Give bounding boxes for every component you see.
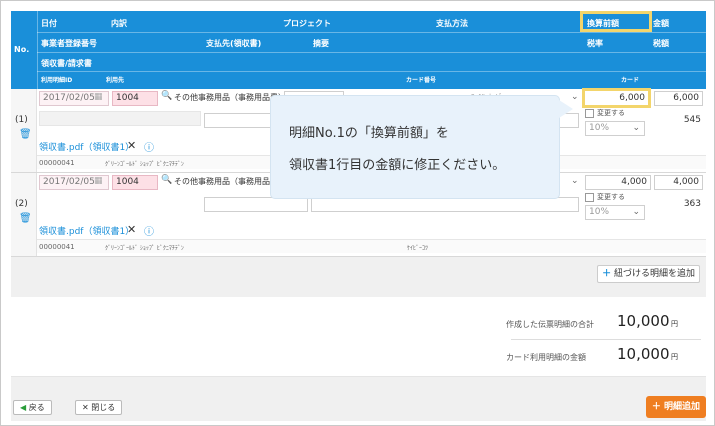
table-header: No. 日付 内訳 プロジェクト 支払方法 換算前額 金額 事業者登録番号 支払…: [11, 11, 706, 89]
chevron-down-icon[interactable]: ⌄: [571, 176, 579, 186]
card-total-value: 10,000: [617, 345, 670, 363]
col-card: カード: [621, 77, 640, 84]
tax-amount: 363: [683, 199, 701, 209]
chevron-down-icon: ⌄: [632, 207, 640, 217]
card-total-label: カード利用明細の金額: [506, 353, 586, 362]
pre-conversion-amount-highlight: [580, 11, 652, 32]
trash-icon[interactable]: 🗑: [19, 129, 32, 140]
add-detail-button[interactable]: ＋ 明細追加: [645, 396, 706, 418]
instruction-tooltip: 明細No.1の「換算前額」を 領収書1行目の金額に修正ください。: [271, 96, 573, 198]
search-icon[interactable]: 🔍: [161, 91, 172, 101]
col-amount: 金額: [653, 19, 669, 28]
tax-rate-select[interactable]: 10% ⌄: [585, 205, 645, 220]
chevron-down-icon: ⌄: [632, 123, 640, 133]
info-icon[interactable]: ⓘ: [144, 223, 154, 238]
row-label: (2): [15, 199, 28, 209]
amount-input[interactable]: 6,000: [654, 91, 703, 106]
close-button[interactable]: ✕ 閉じる: [75, 400, 123, 415]
row-label: (1): [15, 115, 28, 125]
close-icon: ✕: [82, 403, 89, 412]
plus-icon: ＋: [602, 269, 612, 279]
change-label: 変更する: [597, 193, 625, 201]
business-reg-input[interactable]: [39, 111, 201, 126]
item-name: その他事務用品（事務用品費）: [174, 177, 286, 186]
search-icon[interactable]: 🔍: [161, 175, 172, 185]
col-card-no: カード番号: [406, 77, 437, 84]
col-project: プロジェクト: [283, 19, 331, 28]
col-receipt-invoice: 領収書/請求書: [41, 59, 92, 68]
detail-id: 00000041: [39, 243, 75, 251]
close-icon[interactable]: ✕: [127, 223, 136, 236]
add-linked-detail-button[interactable]: ＋ 紐づける明細を追加: [597, 265, 700, 283]
pre-amount-input[interactable]: 4,000: [585, 175, 651, 190]
col-tax-rate: 税率: [587, 39, 603, 48]
usage-detail-row: 00000041 ｸﾞﾘｰﾝｺﾞｰﾙﾄﾞ ｼｮｯﾌﾟ ﾋﾞｸﾆﾏﾁﾃﾞﾝ ｹｲﾋ…: [37, 239, 706, 253]
card-no: ｹｲﾋﾞｰｺﾂ: [407, 245, 429, 252]
payee-input[interactable]: [204, 197, 308, 212]
tax-rate-select[interactable]: 10% ⌄: [585, 121, 645, 136]
yen-unit: 円: [671, 320, 678, 328]
tax-amount: 545: [683, 115, 701, 125]
row-number-cell: (2) 🗑: [11, 173, 37, 256]
usage-place: ｸﾞﾘｰﾝｺﾞｰﾙﾄﾞ ｼｮｯﾌﾟ ﾋﾞｸﾆﾏﾁﾃﾞﾝ: [105, 245, 184, 252]
tooltip-line-2: 領収書1行目の金額に修正ください。: [289, 158, 506, 173]
trash-icon[interactable]: 🗑: [19, 213, 32, 224]
plus-icon: ＋: [651, 402, 661, 412]
receipt-link[interactable]: 領収書.pdf（領収書1）: [39, 224, 134, 237]
row-number-cell: (1) 🗑: [11, 89, 37, 172]
summary-input[interactable]: [311, 197, 579, 212]
change-checkbox[interactable]: [585, 109, 594, 118]
close-icon[interactable]: ✕: [127, 139, 136, 152]
col-tax-amount: 税額: [653, 39, 669, 48]
col-no: No.: [14, 45, 30, 54]
col-payee: 支払先(領収書): [206, 39, 262, 48]
calendar-icon[interactable]: ▦: [94, 92, 103, 102]
info-icon[interactable]: ⓘ: [144, 139, 154, 154]
col-business-reg-no: 事業者登録番号: [41, 39, 97, 48]
created-total-value: 10,000: [617, 312, 670, 330]
expense-detail-window: No. 日付 内訳 プロジェクト 支払方法 換算前額 金額 事業者登録番号 支払…: [0, 0, 715, 426]
item-code-input[interactable]: 1004: [112, 175, 158, 190]
back-button[interactable]: ◀ 戻る: [13, 400, 52, 415]
col-usage-place: 利用先: [106, 77, 125, 84]
col-payment-method: 支払方法: [436, 19, 468, 28]
arrow-left-icon: ◀: [20, 403, 27, 412]
col-usage-detail-id: 利用明細ID: [41, 77, 73, 84]
footer-bar: ◀ 戻る ✕ 閉じる ＋ 明細追加: [11, 377, 706, 421]
yen-unit: 円: [671, 353, 678, 361]
receipt-link[interactable]: 領収書.pdf（領収書1）: [39, 140, 134, 153]
col-summary: 摘要: [313, 39, 329, 48]
amount-input[interactable]: 4,000: [654, 175, 703, 190]
col-date: 日付: [41, 19, 57, 28]
add-link-bar: ＋ 紐づける明細を追加: [11, 257, 706, 297]
created-total-label: 作成した伝票明細の合計: [506, 320, 594, 329]
pre-amount-input[interactable]: 6,000: [582, 88, 651, 108]
item-name: その他事務用品（事務用品費）: [174, 93, 286, 102]
item-code-input[interactable]: 1004: [112, 91, 158, 106]
change-checkbox[interactable]: [585, 193, 594, 202]
change-label: 変更する: [597, 109, 625, 117]
summary-panel: 作成した伝票明細の合計 10,000 円 カード利用明細の金額 10,000 円: [11, 297, 706, 377]
col-description: 内訳: [111, 19, 127, 28]
tooltip-line-1: 明細No.1の「換算前額」を: [289, 126, 449, 141]
usage-place: ｸﾞﾘｰﾝｺﾞｰﾙﾄﾞ ｼｮｯﾌﾟ ﾋﾞｸﾆﾏﾁﾃﾞﾝ: [105, 161, 184, 168]
detail-id: 00000041: [39, 159, 75, 167]
calendar-icon[interactable]: ▦: [94, 176, 103, 186]
